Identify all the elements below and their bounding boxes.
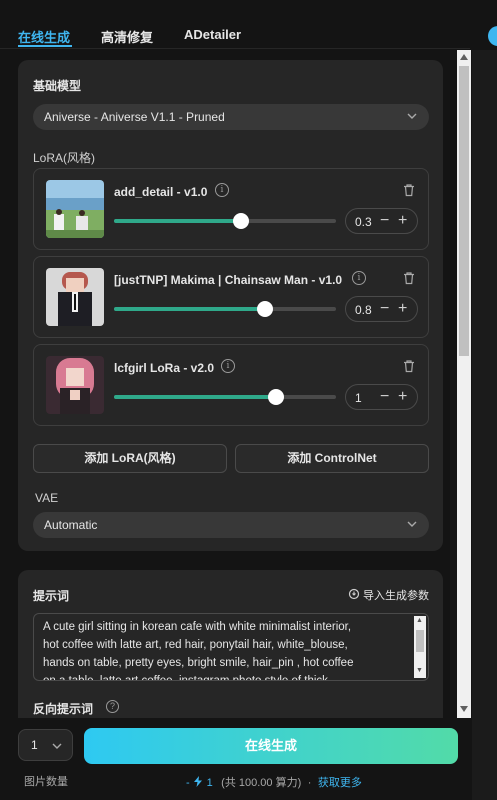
decrement-button[interactable]: − (380, 211, 389, 231)
lora-card: [justTNP] Makima | Chainsaw Man - v1.0 i… (33, 256, 429, 338)
lora-card: lcfgirl LoRa - v2.0 i 1 − + (33, 344, 429, 426)
tabs-divider (0, 48, 470, 49)
decrement-button[interactable]: − (380, 299, 389, 319)
mode-tabs: 在线生成 高清修复 ADetailer (0, 0, 470, 50)
cost-info: - 1 (共 100.00 算力) · 获取更多 (186, 773, 362, 789)
main-scrollbar[interactable] (457, 50, 471, 718)
lora-name: lcfgirl LoRa - v2.0 (114, 361, 215, 375)
help-icon[interactable]: ? (106, 700, 119, 713)
main-scroll-thumb[interactable] (459, 66, 469, 356)
lora-name: [justTNP] Makima | Chainsaw Man - v1.0 (114, 273, 343, 287)
cost-value: 1 (206, 777, 213, 789)
slider-handle[interactable] (232, 213, 249, 229)
image-quantity-value: 1 (31, 738, 38, 752)
image-quantity-select[interactable]: 1 (18, 729, 73, 761)
tab-online-generate[interactable]: 在线生成 (18, 27, 70, 46)
prompt-line: hot coffee with latte art, red hair, pon… (43, 639, 348, 651)
lora-thumbnail (46, 356, 104, 414)
lora-title: LoRA(风格) (33, 151, 96, 165)
slider-fill (114, 307, 265, 311)
vae-label: VAE (35, 491, 59, 505)
avatar[interactable] (488, 26, 497, 46)
scroll-up-icon[interactable] (460, 54, 468, 60)
prompt-textarea[interactable]: A cute girl sitting in korean cafe with … (33, 613, 429, 681)
prompt-line: A cute girl sitting in korean cafe with … (43, 621, 352, 633)
image-quantity-label: 图片数量 (24, 776, 68, 788)
cost-detail: (共 100.00 算力) (221, 777, 302, 789)
active-tab-indicator (18, 45, 72, 47)
vae-select[interactable]: Automatic (33, 512, 429, 538)
textarea-scrollbar[interactable]: ▲ ▼ (414, 616, 426, 678)
lora-weight-slider[interactable] (114, 213, 336, 229)
add-controlnet-button[interactable]: 添加 ControlNet (235, 444, 429, 473)
lora-weight-value[interactable]: 0.8 (355, 303, 372, 317)
import-icon (348, 588, 360, 600)
scroll-down-icon[interactable] (460, 706, 468, 712)
slider-fill (114, 395, 277, 399)
chevron-down-icon (407, 113, 417, 119)
generate-button[interactable]: 在线生成 (84, 728, 458, 764)
lora-name: add_detail - v1.0 (114, 185, 208, 199)
lora-weight-slider[interactable] (114, 301, 336, 317)
lora-weight-stepper: 0.8 − + (345, 296, 418, 322)
prompt-line: on a table, latte art coffee, instagram … (43, 675, 328, 681)
side-panel-edge (472, 50, 497, 800)
decrement-button[interactable]: − (380, 387, 389, 407)
base-model-value: Aniverse - Aniverse V1.1 - Pruned (44, 110, 225, 124)
info-icon[interactable]: i (215, 183, 229, 197)
lora-weight-value[interactable]: 0.3 (355, 215, 372, 229)
increment-button[interactable]: + (398, 387, 407, 407)
lora-thumbnail (46, 268, 104, 326)
add-lora-button[interactable]: 添加 LoRA(风格) (33, 444, 227, 473)
lora-card: add_detail - v1.0 i 0.3 − + (33, 168, 429, 250)
lora-weight-stepper: 1 − + (345, 384, 418, 410)
prompt-line: hands on table, pretty eyes, bright smil… (43, 657, 354, 669)
trash-icon[interactable] (402, 359, 416, 373)
lora-weight-value[interactable]: 1 (355, 391, 362, 405)
lora-thumbnail (46, 180, 104, 238)
base-model-title: 基础模型 (33, 79, 82, 93)
get-more-link[interactable]: 获取更多 (318, 777, 362, 789)
slider-fill (114, 219, 241, 223)
vae-value: Automatic (44, 518, 98, 532)
lora-weight-stepper: 0.3 − + (345, 208, 418, 234)
negative-prompt-title: 反向提示词 (33, 702, 94, 716)
lora-weight-slider[interactable] (114, 389, 336, 405)
chevron-down-icon (52, 743, 62, 749)
import-params-label: 导入生成参数 (363, 590, 429, 602)
prompt-title: 提示词 (33, 589, 70, 603)
info-icon[interactable]: i (352, 271, 366, 285)
chevron-down-icon (407, 521, 417, 527)
slider-handle[interactable] (268, 389, 285, 405)
textarea-scroll-thumb[interactable] (416, 630, 424, 652)
scroll-down-icon[interactable]: ▼ (416, 667, 423, 674)
trash-icon[interactable] (402, 271, 416, 285)
info-icon[interactable]: i (221, 359, 235, 373)
scroll-up-icon[interactable]: ▲ (416, 617, 423, 624)
slider-handle[interactable] (256, 301, 273, 317)
lightning-icon (194, 776, 203, 787)
trash-icon[interactable] (402, 183, 416, 197)
prompt-text: A cute girl sitting in korean cafe with … (43, 618, 389, 681)
base-model-select[interactable]: Aniverse - Aniverse V1.1 - Pruned (33, 104, 429, 130)
tab-adetailer[interactable]: ADetailer (184, 27, 241, 42)
tab-hires-fix[interactable]: 高清修复 (101, 27, 153, 46)
cost-prefix: - (186, 777, 190, 789)
increment-button[interactable]: + (398, 299, 407, 319)
increment-button[interactable]: + (398, 211, 407, 231)
separator-dot: · (307, 777, 312, 789)
